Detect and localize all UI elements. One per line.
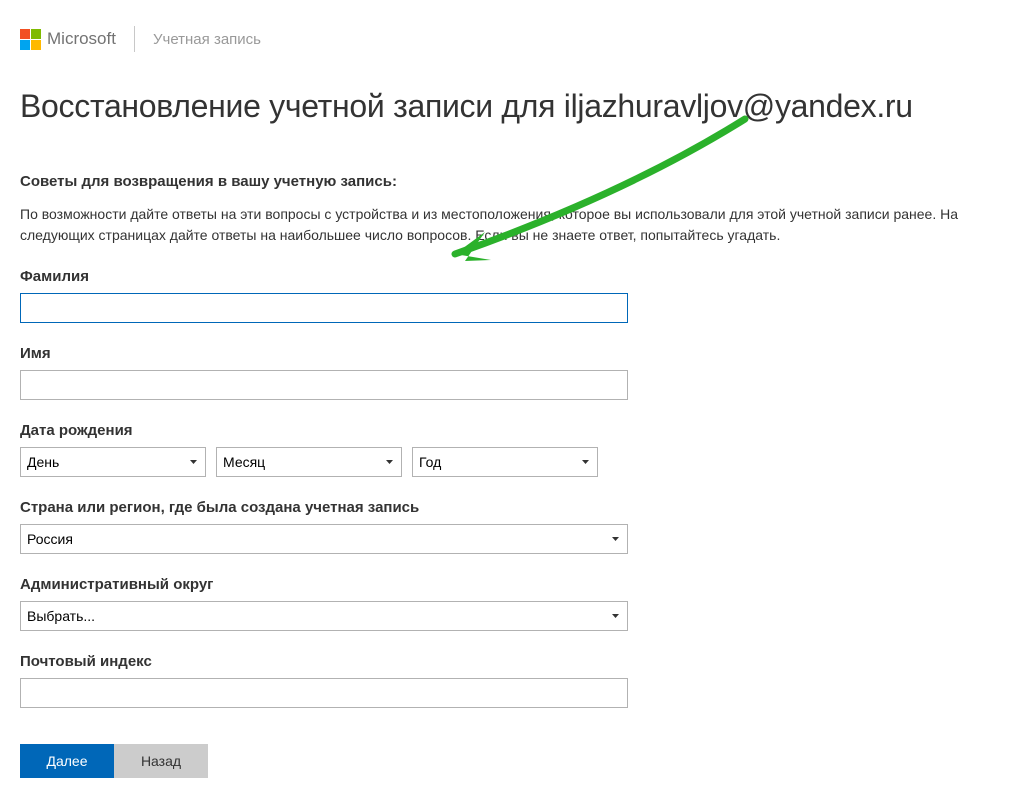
postal-input[interactable] bbox=[20, 678, 628, 708]
dob-month-select[interactable]: Месяц bbox=[216, 447, 402, 477]
region-label: Административный округ bbox=[20, 576, 998, 593]
country-label: Страна или регион, где была создана учет… bbox=[20, 499, 998, 516]
microsoft-logo[interactable]: Microsoft bbox=[20, 29, 116, 50]
tips-heading: Советы для возвращения в вашу учетную за… bbox=[20, 173, 998, 190]
dob-day-select[interactable]: День bbox=[20, 447, 206, 477]
next-button[interactable]: Далее bbox=[20, 744, 114, 778]
postal-label: Почтовый индекс bbox=[20, 653, 998, 670]
country-select[interactable]: Россия bbox=[20, 524, 628, 554]
firstname-label: Имя bbox=[20, 345, 998, 362]
dob-label: Дата рождения bbox=[20, 422, 998, 439]
tips-text: По возможности дайте ответы на эти вопро… bbox=[20, 204, 990, 246]
lastname-label: Фамилия bbox=[20, 268, 998, 285]
microsoft-logo-icon bbox=[20, 29, 41, 50]
dob-row: День Месяц Год bbox=[20, 447, 998, 477]
content: Восстановление учетной записи для iljazh… bbox=[0, 64, 1018, 798]
dob-year-select[interactable]: Год bbox=[412, 447, 598, 477]
brand-text: Microsoft bbox=[47, 29, 116, 49]
lastname-input[interactable] bbox=[20, 293, 628, 323]
back-button[interactable]: Назад bbox=[114, 744, 208, 778]
button-row: Далее Назад bbox=[20, 744, 998, 778]
header-divider bbox=[134, 26, 135, 52]
page-title-prefix: Восстановление учетной записи для bbox=[20, 88, 564, 124]
region-select[interactable]: Выбрать... bbox=[20, 601, 628, 631]
page-title-email: iljazhuravljov@yandex.ru bbox=[564, 88, 913, 124]
page-title: Восстановление учетной записи для iljazh… bbox=[20, 88, 998, 125]
header-section-label: Учетная запись bbox=[153, 31, 261, 48]
header: Microsoft Учетная запись bbox=[0, 0, 1018, 64]
firstname-input[interactable] bbox=[20, 370, 628, 400]
